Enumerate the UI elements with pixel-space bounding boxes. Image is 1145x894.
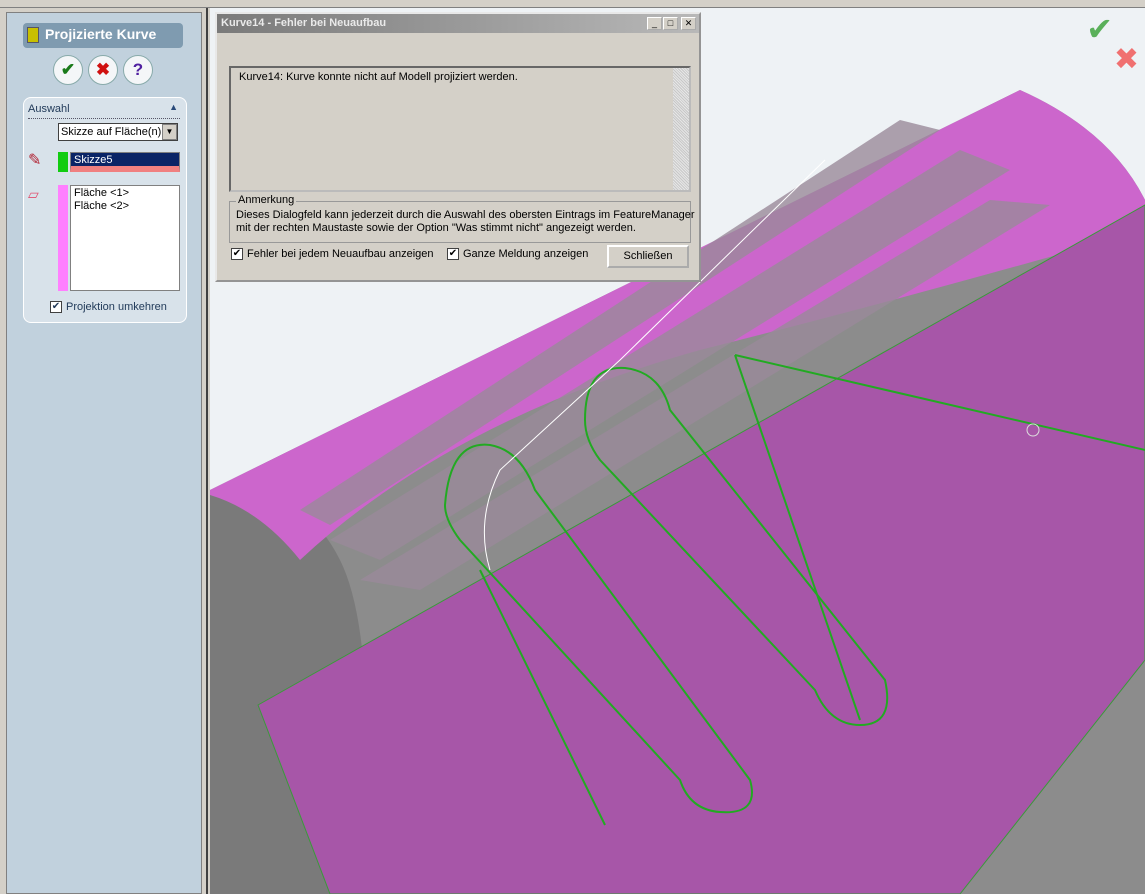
dialog-titlebar[interactable]: Kurve14 - Fehler bei Neuaufbau [217,14,699,33]
pm-title: Projizierte Kurve [23,23,183,48]
note-text: Dieses Dialogfeld kann jederzeit durch d… [236,209,695,221]
checkbox-label: Fehler bei jedem Neuaufbau anzeigen [247,248,434,260]
reverse-projection-checkbox[interactable]: ✔ Projektion umkehren [50,301,167,314]
close-button[interactable]: Schließen [607,245,689,268]
face-icon: ▱ [28,186,39,202]
face-color-strip [58,185,68,291]
collapse-icon[interactable]: ▲ [169,102,178,112]
full-message-checkbox[interactable]: ✔ Ganze Meldung anzeigen [447,248,589,261]
rebuild-error-dialog: Kurve14 - Fehler bei Neuaufbau _ □ ✕ Kur… [215,12,701,282]
maximize-button[interactable]: □ [663,17,678,30]
group-header[interactable]: Auswahl [28,103,70,115]
property-manager: Projizierte Kurve ✔ ✖ ? Auswahl ▲ Skizze… [6,12,202,894]
feature-icon [27,27,39,43]
checkbox[interactable]: ✔ [50,301,62,314]
checkbox[interactable]: ✔ [231,248,243,261]
sketch-icon: ✎ [28,152,42,169]
checkbox-label: Projektion umkehren [66,301,167,313]
sketch-item: Skizze5 [74,154,113,166]
sketch-list[interactable]: Skizze5 [70,152,180,172]
note-label: Anmerkung [236,194,297,207]
note-group: Anmerkung Dieses Dialogfeld kann jederzei… [229,194,695,243]
divider [28,118,180,119]
close-window-button[interactable]: ✕ [681,17,696,30]
message-box[interactable]: Kurve14: Kurve konnte nicht auf Modell p… [229,66,691,192]
error-message: Kurve14: Kurve konnte nicht auf Modell p… [239,71,518,83]
face-item[interactable]: Fläche <1> [74,187,176,200]
note-text: mit der rechten Maustaste sowie der Opti… [236,222,636,234]
pm-title-text: Projizierte Kurve [45,26,157,42]
help-button[interactable]: ? [123,55,153,85]
checkbox-label: Ganze Meldung anzeigen [463,248,589,260]
confirm-corner-icon[interactable]: ✔ [1086,10,1113,48]
projection-type-select[interactable]: Skizze auf Fläche(n) ▼ [58,123,178,141]
faces-list[interactable]: Fläche <1> Fläche <2> [70,185,180,291]
selection-group: Auswahl ▲ Skizze auf Fläche(n) ▼ ✎ Skizze… [23,97,187,323]
minimize-button[interactable]: _ [647,17,662,30]
sketch-color-strip [58,152,68,172]
cancel-button[interactable]: ✖ [88,55,118,85]
select-value: Skizze auf Fläche(n) [61,126,162,138]
chevron-down-icon[interactable]: ▼ [162,124,177,140]
ok-button[interactable]: ✔ [53,55,83,85]
dialog-title: Kurve14 - Fehler bei Neuaufbau [221,17,387,29]
face-item[interactable]: Fläche <2> [74,200,176,213]
cancel-corner-icon[interactable]: ✖ [1114,42,1139,77]
show-errors-checkbox[interactable]: ✔ Fehler bei jedem Neuaufbau anzeigen [231,248,434,261]
property-manager-pane: Projizierte Kurve ✔ ✖ ? Auswahl ▲ Skizze… [0,8,208,894]
checkbox[interactable]: ✔ [447,248,459,261]
scrollbar[interactable] [673,68,689,190]
toolbar-strip [0,0,1145,8]
